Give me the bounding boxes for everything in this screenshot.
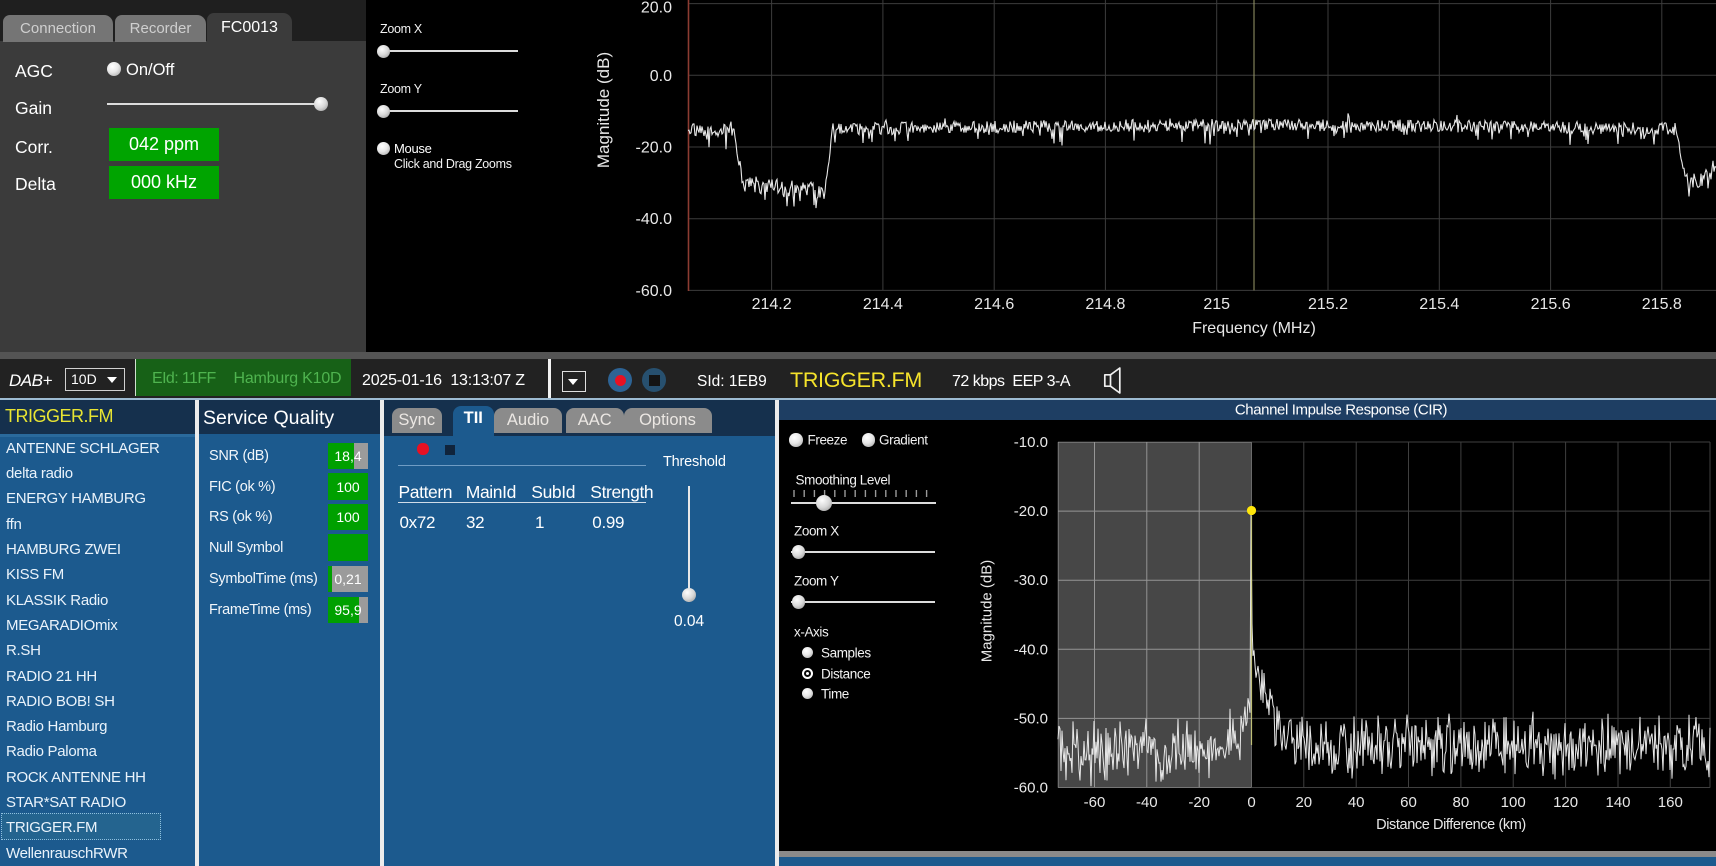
svg-text:0: 0 xyxy=(1247,794,1255,811)
svg-text:-20: -20 xyxy=(1188,794,1210,811)
svg-text:120: 120 xyxy=(1553,794,1578,811)
svg-text:40: 40 xyxy=(1348,794,1365,811)
svg-text:100: 100 xyxy=(1501,794,1526,811)
svg-text:-40.0: -40.0 xyxy=(1014,641,1048,658)
svg-text:80: 80 xyxy=(1453,794,1470,811)
svg-text:Distance Difference (km): Distance Difference (km) xyxy=(1376,817,1526,833)
svg-text:-60: -60 xyxy=(1084,794,1106,811)
svg-text:140: 140 xyxy=(1605,794,1630,811)
svg-text:-40: -40 xyxy=(1136,794,1158,811)
svg-text:-30.0: -30.0 xyxy=(1014,572,1048,589)
svg-text:160: 160 xyxy=(1658,794,1683,811)
svg-text:-20.0: -20.0 xyxy=(1014,503,1048,520)
svg-text:20: 20 xyxy=(1295,794,1312,811)
svg-text:60: 60 xyxy=(1400,794,1417,811)
svg-text:-50.0: -50.0 xyxy=(1014,710,1048,727)
svg-text:Magnitude (dB): Magnitude (dB) xyxy=(979,560,996,663)
svg-text:-10.0: -10.0 xyxy=(1014,434,1048,451)
svg-text:-60.0: -60.0 xyxy=(1014,780,1048,797)
